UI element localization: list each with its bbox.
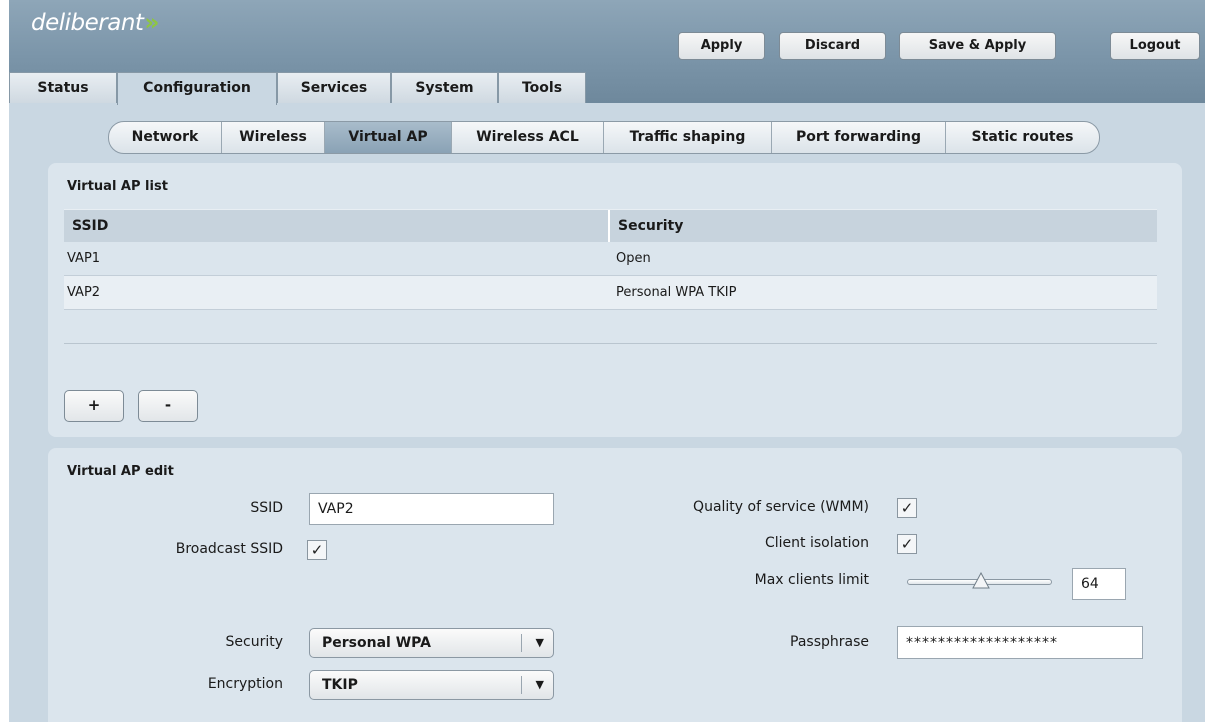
row-ssid: VAP1: [67, 251, 101, 266]
vap-edit-title: Virtual AP edit: [67, 464, 174, 479]
triangle-down-icon: ▼: [535, 636, 544, 649]
broadcast-ssid-label: Broadcast SSID: [175, 541, 283, 557]
ssid-label: SSID: [250, 500, 283, 516]
tab-services[interactable]: Services: [277, 72, 391, 103]
tab-configuration[interactable]: Configuration: [117, 72, 277, 105]
subtab-traffic-shaping[interactable]: Traffic shaping: [604, 122, 772, 153]
qos-label: Quality of service (WMM): [693, 499, 869, 515]
security-select[interactable]: Personal WPA ▼: [309, 628, 554, 658]
add-vap-button[interactable]: +: [64, 390, 124, 422]
save-apply-button[interactable]: Save & Apply: [899, 32, 1056, 60]
column-header-security: Security: [618, 218, 684, 234]
table-row[interactable]: VAP1 Open: [64, 242, 1157, 276]
deliberant-logo: deliberant»: [31, 10, 159, 36]
client-isolation-label: Client isolation: [764, 535, 869, 551]
configuration-subnav: Network Wireless Virtual AP Wireless ACL…: [108, 121, 1100, 154]
remove-vap-button[interactable]: -: [138, 390, 198, 422]
header-bar: deliberant» Apply Discard Save & Apply L…: [9, 0, 1205, 105]
vap-list-panel: Virtual AP list SSID Security VAP1 Open …: [48, 163, 1182, 437]
vap-table-header: SSID Security: [64, 209, 1157, 242]
checkmark-icon: ✓: [310, 541, 324, 559]
vap-table: SSID Security VAP1 Open VAP2 Personal WP…: [64, 209, 1157, 344]
tab-status[interactable]: Status: [9, 72, 117, 103]
discard-button[interactable]: Discard: [779, 32, 886, 60]
tab-system[interactable]: System: [391, 72, 498, 103]
vap-list-title: Virtual AP list: [67, 179, 168, 194]
table-row[interactable]: VAP2 Personal WPA TKIP: [64, 276, 1157, 310]
ssid-input[interactable]: [309, 493, 554, 525]
triangle-down-icon: ▼: [535, 678, 544, 691]
broadcast-ssid-checkbox[interactable]: ✓: [307, 540, 327, 560]
max-clients-label: Max clients limit: [754, 572, 869, 588]
row-security: Open: [616, 251, 651, 266]
security-selected-value: Personal WPA: [322, 635, 431, 651]
qos-checkbox[interactable]: ✓: [897, 498, 917, 518]
subtab-static-routes[interactable]: Static routes: [946, 122, 1099, 153]
subtab-wireless[interactable]: Wireless: [222, 122, 325, 153]
security-label: Security: [225, 634, 284, 650]
encryption-selected-value: TKIP: [322, 677, 358, 693]
select-divider: [521, 676, 522, 694]
max-clients-input[interactable]: [1072, 568, 1126, 600]
slider-thumb-icon[interactable]: [972, 571, 990, 589]
encryption-label: Encryption: [207, 676, 283, 692]
select-divider: [521, 634, 522, 652]
subtab-wireless-acl[interactable]: Wireless ACL: [452, 122, 604, 153]
logout-button[interactable]: Logout: [1110, 32, 1200, 60]
encryption-select[interactable]: TKIP ▼: [309, 670, 554, 700]
passphrase-label: Passphrase: [790, 634, 869, 650]
column-header-ssid: SSID: [64, 210, 610, 242]
router-config-app: deliberant» Apply Discard Save & Apply L…: [9, 0, 1205, 722]
table-empty-row: [64, 310, 1157, 344]
apply-button[interactable]: Apply: [678, 32, 765, 60]
subtab-port-forwarding[interactable]: Port forwarding: [772, 122, 946, 153]
subtab-virtual-ap[interactable]: Virtual AP: [325, 122, 452, 153]
checkmark-icon: ✓: [900, 499, 914, 517]
checkmark-icon: ✓: [900, 535, 914, 553]
row-ssid: VAP2: [67, 285, 101, 300]
row-security: Personal WPA TKIP: [616, 285, 737, 300]
tab-tools[interactable]: Tools: [498, 72, 586, 103]
logo-text: deliberant: [31, 10, 144, 36]
client-isolation-checkbox[interactable]: ✓: [897, 534, 917, 554]
logo-arrows-icon: »: [144, 10, 159, 36]
passphrase-input[interactable]: [897, 626, 1143, 659]
subtab-network[interactable]: Network: [109, 122, 222, 153]
